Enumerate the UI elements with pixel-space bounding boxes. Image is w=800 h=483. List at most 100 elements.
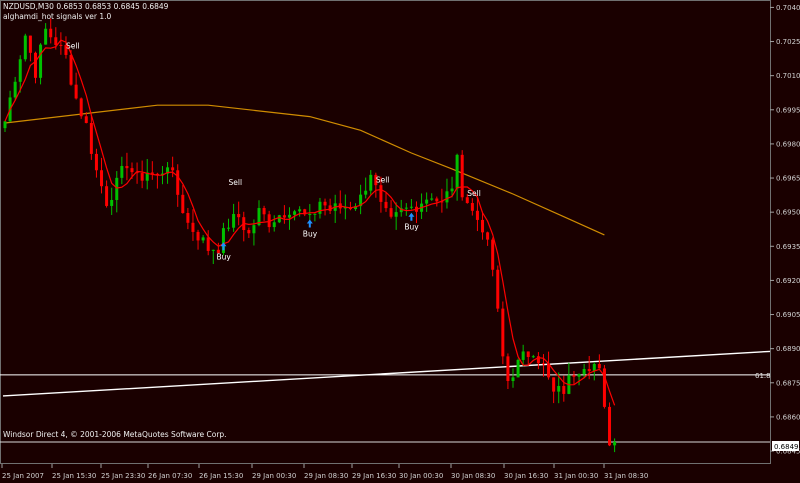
candle-body bbox=[506, 356, 510, 382]
candle-body bbox=[308, 214, 312, 216]
candle-body bbox=[557, 386, 561, 392]
y-tick-label: 0.6950 bbox=[776, 209, 800, 217]
candle-body bbox=[130, 168, 134, 173]
y-tick-label: 0.6965 bbox=[776, 175, 800, 183]
x-tick-label: 29 Jan 16:30 bbox=[352, 472, 396, 480]
candle-body bbox=[572, 375, 576, 377]
x-tick-label: 31 Jan 00:30 bbox=[554, 472, 598, 480]
candle-body bbox=[562, 386, 566, 394]
candle-body bbox=[28, 35, 32, 53]
candle-body bbox=[201, 237, 205, 241]
y-tick-label: 0.6860 bbox=[776, 413, 800, 421]
candle-body bbox=[597, 363, 601, 369]
candle-body bbox=[450, 188, 454, 192]
candle-body bbox=[475, 210, 479, 220]
sell-signal-label: Sell bbox=[66, 41, 80, 50]
candle-body bbox=[445, 191, 449, 203]
candle-body bbox=[191, 222, 195, 232]
candle-body bbox=[430, 198, 434, 200]
candle-body bbox=[140, 173, 144, 181]
sell-signal-label: Sell bbox=[229, 178, 243, 187]
candle-body bbox=[39, 44, 43, 78]
price-chart[interactable]: 0.7040 0.7025 0.7010 0.6995 0.6980 0.6965 0.69… bbox=[0, 0, 800, 483]
x-tick-label: 26 Jan 07:30 bbox=[148, 472, 192, 480]
candle-body bbox=[110, 199, 114, 206]
candle-body bbox=[394, 212, 398, 217]
candle-body bbox=[318, 201, 322, 214]
candle-body bbox=[79, 98, 83, 117]
candle-body bbox=[470, 203, 474, 211]
candle-body bbox=[486, 232, 490, 240]
buy-signal-label: Buy bbox=[404, 223, 419, 232]
y-tick-label: 0.7010 bbox=[776, 72, 800, 80]
candle-body bbox=[491, 239, 495, 270]
candle-body bbox=[247, 230, 251, 234]
candle-body bbox=[425, 199, 429, 204]
x-tick-label: 31 Jan 08:30 bbox=[604, 472, 648, 480]
candle-body bbox=[69, 54, 73, 85]
symbol-header: NZDUSD,M30 0.6853 0.6853 0.6845 0.6849 bbox=[3, 2, 169, 11]
candle-body bbox=[460, 154, 464, 198]
candle-body bbox=[435, 198, 439, 202]
chart-background bbox=[0, 0, 800, 483]
buy-signal-label: Buy bbox=[303, 230, 318, 239]
candle-body bbox=[33, 52, 37, 78]
current-price-label: 0.6849 bbox=[774, 443, 799, 451]
candle-body bbox=[481, 219, 485, 233]
candle-body bbox=[120, 166, 124, 178]
candle-body bbox=[541, 363, 545, 365]
candle-body bbox=[3, 121, 7, 129]
x-tick-label: 26 Jan 15:30 bbox=[199, 472, 243, 480]
candle-body bbox=[293, 211, 297, 215]
x-tick-label: 29 Jan 00:30 bbox=[252, 472, 296, 480]
y-tick-label: 0.6905 bbox=[776, 311, 800, 319]
candle-body bbox=[516, 359, 520, 378]
candle-body bbox=[13, 81, 17, 98]
candle-body bbox=[18, 59, 22, 82]
candle-body bbox=[277, 215, 281, 223]
candle-body bbox=[409, 206, 413, 208]
candle-body bbox=[252, 225, 256, 234]
candle-body bbox=[496, 269, 500, 309]
candle-body bbox=[389, 208, 393, 217]
candle-body bbox=[171, 167, 175, 171]
candle-body bbox=[608, 406, 612, 446]
candle-body bbox=[455, 154, 459, 189]
candle-body bbox=[94, 153, 98, 171]
copyright-text: Windsor Direct 4, © 2001-2006 MetaQuotes… bbox=[3, 430, 227, 439]
candle-body bbox=[364, 190, 368, 195]
candle-body bbox=[262, 208, 266, 215]
candle-body bbox=[369, 174, 373, 191]
x-tick-label: 25 Jan 2007 bbox=[2, 472, 44, 480]
candle-body bbox=[384, 201, 388, 209]
candle-body bbox=[54, 37, 58, 45]
y-tick-label: 0.6890 bbox=[776, 345, 800, 353]
candle-body bbox=[531, 356, 535, 358]
candle-body bbox=[511, 377, 515, 382]
candle-body bbox=[577, 374, 581, 377]
candle-body bbox=[323, 201, 327, 206]
candle-body bbox=[74, 84, 78, 99]
candle-body bbox=[211, 249, 215, 251]
candle-body bbox=[282, 215, 286, 218]
candle-body bbox=[23, 35, 27, 60]
x-tick-label: 30 Jan 16:30 bbox=[504, 472, 548, 480]
candle-body bbox=[59, 44, 63, 46]
x-tick-label: 25 Jan 15:30 bbox=[52, 472, 96, 480]
candle-body bbox=[176, 170, 180, 195]
candle-body bbox=[272, 222, 276, 228]
candle-body bbox=[206, 237, 210, 251]
x-tick-label: 29 Jan 08:30 bbox=[304, 472, 348, 480]
candle-body bbox=[186, 213, 190, 223]
candle-body bbox=[84, 116, 88, 123]
candle-body bbox=[582, 368, 586, 375]
candle-body bbox=[298, 209, 302, 212]
candle-body bbox=[196, 231, 200, 241]
candle-body bbox=[587, 368, 591, 372]
candle-body bbox=[313, 213, 317, 215]
candle-body bbox=[526, 351, 530, 357]
candle-body bbox=[613, 441, 617, 446]
y-tick-label: 0.6875 bbox=[776, 379, 800, 387]
candle-body bbox=[227, 227, 231, 229]
candle-body bbox=[49, 28, 53, 38]
